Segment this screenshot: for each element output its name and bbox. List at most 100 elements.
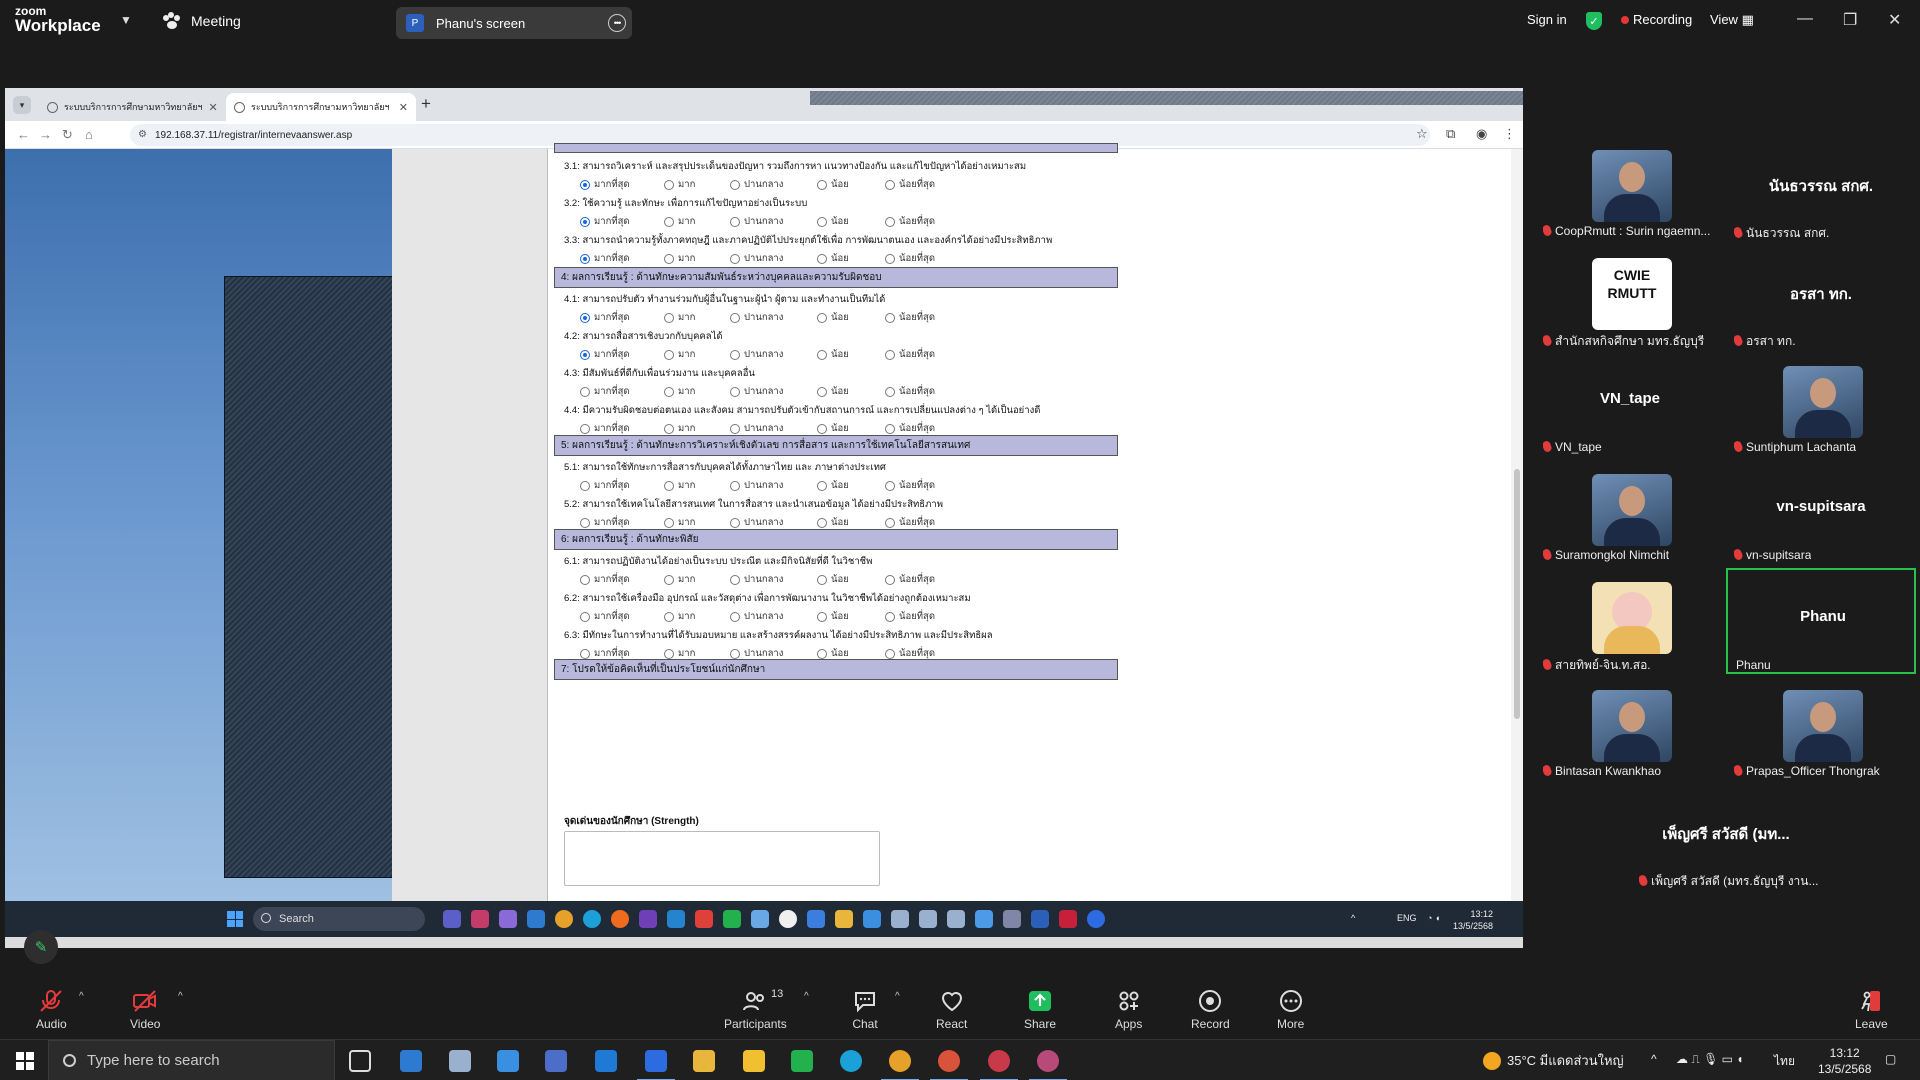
store-icon[interactable] — [545, 1050, 567, 1072]
participant-tile[interactable]: สายทิพย์-จิน.ท.สอ. — [1535, 568, 1725, 674]
rating-option[interactable]: มากที่สุด — [580, 384, 630, 399]
defender-icon[interactable] — [807, 910, 825, 928]
app-icon[interactable] — [751, 910, 769, 928]
more-options-icon[interactable]: ••• — [608, 14, 626, 32]
radio-button[interactable] — [664, 480, 674, 491]
restore-icon[interactable]: ❐ — [1843, 10, 1857, 30]
radio-button[interactable] — [817, 386, 827, 397]
rating-option[interactable]: ปานกลาง — [730, 251, 783, 266]
participant-tile[interactable]: อรสา ทก. อรสา ทก. — [1726, 244, 1916, 350]
app-icon[interactable] — [863, 910, 881, 928]
system-clock[interactable]: 13:12 13/5/2568 — [1818, 1045, 1871, 1077]
rating-option[interactable]: น้อยที่สุด — [885, 384, 935, 399]
minimize-icon[interactable]: — — [1797, 10, 1813, 28]
radio-button[interactable] — [580, 179, 590, 190]
rating-option[interactable]: มาก — [664, 384, 695, 399]
radio-button[interactable] — [885, 648, 895, 659]
network-volume-icon[interactable]: ◔ ◖ — [1427, 913, 1440, 923]
taskbar-language[interactable]: ENG — [1397, 913, 1417, 923]
app-icon[interactable] — [947, 910, 965, 928]
leave-button[interactable]: Leave — [1855, 989, 1888, 1031]
rating-option[interactable]: มากที่สุด — [580, 421, 630, 436]
radio-button[interactable] — [580, 253, 590, 264]
line-icon[interactable] — [791, 1050, 813, 1072]
app-icon[interactable] — [449, 1050, 471, 1072]
sign-in-button[interactable]: Sign in — [1527, 12, 1567, 27]
participant-tile[interactable]: นันธวรรณ สกศ. นันธวรรณ สกศ. — [1726, 136, 1916, 242]
rating-option[interactable]: มาก — [664, 421, 695, 436]
react-button[interactable]: React — [936, 989, 967, 1031]
forward-icon[interactable]: → — [39, 127, 52, 142]
app-icon[interactable] — [743, 1050, 765, 1072]
radio-button[interactable] — [817, 480, 827, 491]
radio-button[interactable] — [817, 574, 827, 585]
tab-close-icon[interactable]: ✕ — [209, 101, 218, 114]
rating-option[interactable]: น้อย — [817, 421, 849, 436]
zoom-taskbar-icon[interactable] — [637, 1050, 675, 1080]
rating-option[interactable]: น้อย — [817, 347, 849, 362]
radio-button[interactable] — [730, 216, 740, 227]
rating-option[interactable]: มากที่สุด — [580, 251, 630, 266]
app-icon[interactable] — [891, 910, 909, 928]
word-icon[interactable] — [1031, 910, 1049, 928]
more-button[interactable]: More — [1277, 989, 1304, 1031]
chat-options-caret[interactable]: ^ — [895, 991, 900, 1002]
rating-option[interactable]: ปานกลาง — [730, 310, 783, 325]
chevron-down-icon[interactable]: ▼ — [120, 13, 132, 27]
participant-tile[interactable]: Phanu Phanu — [1726, 568, 1916, 674]
radio-button[interactable] — [664, 253, 674, 264]
reload-icon[interactable]: ↻ — [62, 127, 73, 143]
page-scrollbar[interactable] — [1511, 149, 1523, 901]
radio-button[interactable] — [664, 517, 674, 528]
participants-options-caret[interactable]: ^ — [804, 991, 809, 1002]
radio-button[interactable] — [730, 480, 740, 491]
radio-button[interactable] — [730, 574, 740, 585]
rating-option[interactable]: น้อยที่สุด — [885, 214, 935, 229]
vscode-icon[interactable] — [667, 910, 685, 928]
participant-tile[interactable]: vn-supitsara vn-supitsara — [1726, 460, 1916, 566]
radio-button[interactable] — [817, 611, 827, 622]
chrome-profile-icon[interactable] — [930, 1050, 968, 1080]
meeting-menu[interactable]: Meeting — [163, 12, 241, 30]
radio-button[interactable] — [730, 253, 740, 264]
audio-options-caret[interactable]: ^ — [79, 991, 84, 1002]
radio-button[interactable] — [664, 611, 674, 622]
folder-icon[interactable] — [835, 910, 853, 928]
apps-button[interactable]: Apps — [1115, 989, 1142, 1031]
notification-icon[interactable]: ▢ — [1885, 1052, 1896, 1066]
security-shield-icon[interactable]: ✓ — [1586, 12, 1602, 30]
rating-option[interactable]: มากที่สุด — [580, 515, 630, 530]
record-button[interactable]: Record — [1191, 989, 1230, 1031]
radio-button[interactable] — [817, 253, 827, 264]
pdf-icon[interactable] — [1059, 910, 1077, 928]
windows-search-box[interactable]: Type here to search — [48, 1040, 335, 1080]
zoom-app-icon[interactable] — [1087, 910, 1105, 928]
radio-button[interactable] — [817, 517, 827, 528]
app-icon[interactable] — [919, 910, 937, 928]
rating-option[interactable]: น้อย — [817, 572, 849, 587]
tab-search-icon[interactable]: ▾ — [13, 96, 31, 114]
rating-option[interactable]: ปานกลาง — [730, 384, 783, 399]
rating-option[interactable]: น้อยที่สุด — [885, 572, 935, 587]
participant-tile[interactable]: Bintasan Kwankhao — [1535, 676, 1725, 782]
radio-button[interactable] — [885, 386, 895, 397]
participant-tile[interactable]: Suramongkol Nimchit — [1535, 460, 1725, 566]
rating-option[interactable]: น้อย — [817, 251, 849, 266]
rating-option[interactable]: มากที่สุด — [580, 478, 630, 493]
rating-option[interactable]: มาก — [664, 251, 695, 266]
browser-menu-icon[interactable]: ⋮ — [1503, 126, 1516, 142]
video-options-caret[interactable]: ^ — [178, 991, 183, 1002]
audio-button[interactable]: Audio — [36, 989, 67, 1031]
start-icon[interactable] — [227, 911, 243, 927]
chat-button[interactable]: Chat — [852, 989, 878, 1031]
chrome-icon[interactable] — [555, 910, 573, 928]
radio-button[interactable] — [885, 611, 895, 622]
lock-icon[interactable] — [1003, 910, 1021, 928]
video-button[interactable]: Video — [130, 989, 160, 1031]
radio-button[interactable] — [664, 648, 674, 659]
home-icon[interactable]: ⌂ — [85, 127, 93, 142]
radio-button[interactable] — [885, 423, 895, 434]
radio-button[interactable] — [730, 179, 740, 190]
rating-option[interactable]: มากที่สุด — [580, 609, 630, 624]
rating-option[interactable]: ปานกลาง — [730, 515, 783, 530]
